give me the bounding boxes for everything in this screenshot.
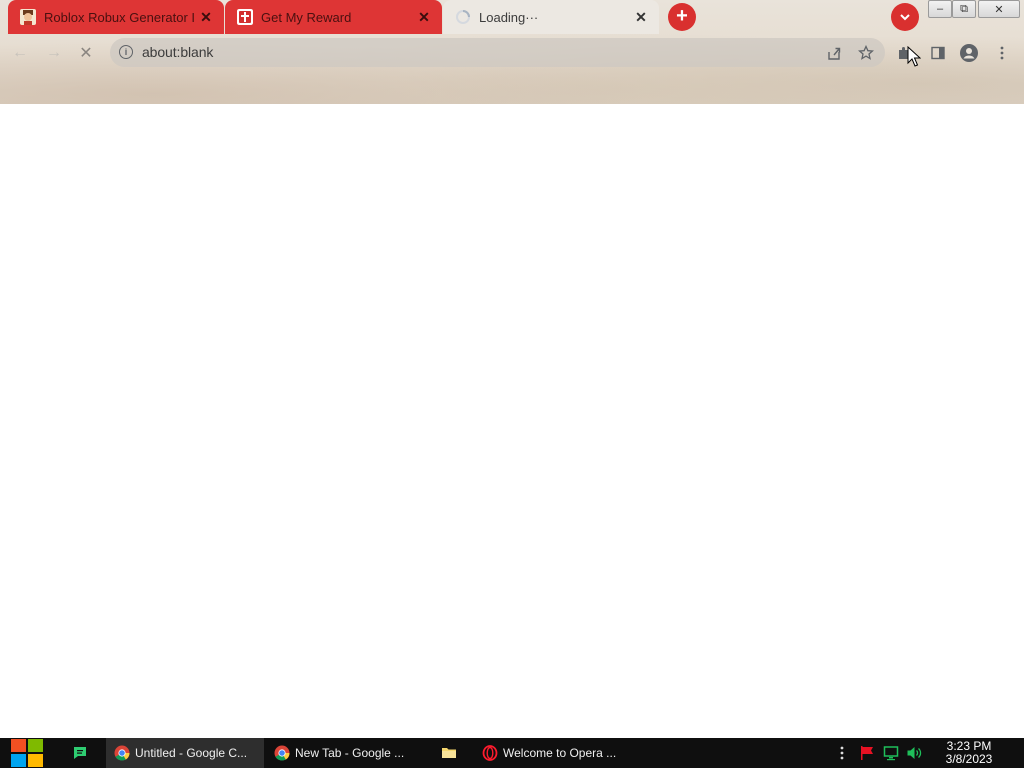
window-close-button[interactable]: ✕: [978, 0, 1020, 18]
menu-kebab-icon[interactable]: [991, 42, 1013, 64]
tab-title: Roblox Robux Generator I: [44, 9, 196, 25]
tab-loading[interactable]: Loading··· ✕: [443, 0, 659, 34]
windows-start-icon[interactable]: [10, 738, 44, 768]
chevron-down-icon: [900, 14, 910, 21]
stop-loading-button[interactable]: ✕: [75, 42, 97, 64]
new-tab-button[interactable]: +: [668, 3, 696, 31]
taskbar-app-label: New Tab - Google ...: [295, 746, 405, 760]
browser-frame: Roblox Robux Generator I ✕ Get My Reward…: [0, 0, 1024, 104]
side-panel-icon[interactable]: [927, 42, 949, 64]
page-content-blank: [0, 104, 1024, 738]
chrome-icon: [274, 745, 290, 761]
taskbar: Untitled - Google C... New Tab - Google …: [0, 738, 1024, 768]
tab-close-icon[interactable]: ✕: [633, 9, 649, 26]
share-icon[interactable]: [823, 42, 845, 64]
tab-search-button[interactable]: [891, 3, 919, 31]
tab-close-icon[interactable]: ✕: [416, 9, 432, 26]
taskbar-clock[interactable]: 3:23 PM 3/8/2023: [936, 740, 1002, 766]
bookmark-star-icon[interactable]: [855, 42, 877, 64]
network-icon[interactable]: [882, 738, 900, 768]
address-bar-url[interactable]: about:blank: [142, 44, 213, 60]
site-info-icon[interactable]: i: [119, 45, 133, 59]
roblox-avatar-icon: [20, 9, 36, 25]
taskbar-app-label: Untitled - Google C...: [135, 746, 248, 760]
mouse-cursor-icon: [907, 46, 921, 67]
loading-spinner-icon: [456, 10, 470, 24]
tray-overflow-icon[interactable]: [836, 738, 848, 768]
window-minimize-button[interactable]: –: [928, 0, 952, 18]
clock-date: 3/8/2023: [945, 752, 993, 766]
tab-close-icon[interactable]: ✕: [198, 9, 214, 26]
chrome-icon: [114, 745, 130, 761]
reward-gift-icon: [237, 9, 253, 25]
taskbar-app-opera[interactable]: Welcome to Opera ...: [474, 738, 632, 768]
taskbar-app-chrome-untitled[interactable]: Untitled - Google C...: [106, 738, 264, 768]
opera-icon: [482, 745, 498, 761]
tab-roblox-robux-generator[interactable]: Roblox Robux Generator I ✕: [8, 0, 224, 34]
file-explorer-icon: [442, 748, 456, 758]
address-bar[interactable]: i about:blank: [110, 38, 885, 67]
window-restore-button[interactable]: ⧉: [952, 0, 976, 18]
tab-title: Get My Reward: [261, 9, 352, 25]
tab-get-my-reward[interactable]: Get My Reward ✕: [225, 0, 442, 34]
profile-avatar-icon[interactable]: [958, 42, 980, 64]
forward-button[interactable]: →: [43, 42, 65, 64]
taskbar-app-file-explorer[interactable]: [434, 738, 472, 768]
chat-app-icon[interactable]: [72, 745, 88, 761]
taskbar-app-chrome-new-tab[interactable]: New Tab - Google ...: [266, 738, 424, 768]
back-button[interactable]: ←: [9, 42, 31, 64]
volume-icon[interactable]: [905, 738, 923, 768]
tab-title: Loading···: [479, 9, 539, 25]
taskbar-app-label: Welcome to Opera ...: [503, 746, 617, 760]
action-center-flag-icon[interactable]: [858, 738, 876, 768]
